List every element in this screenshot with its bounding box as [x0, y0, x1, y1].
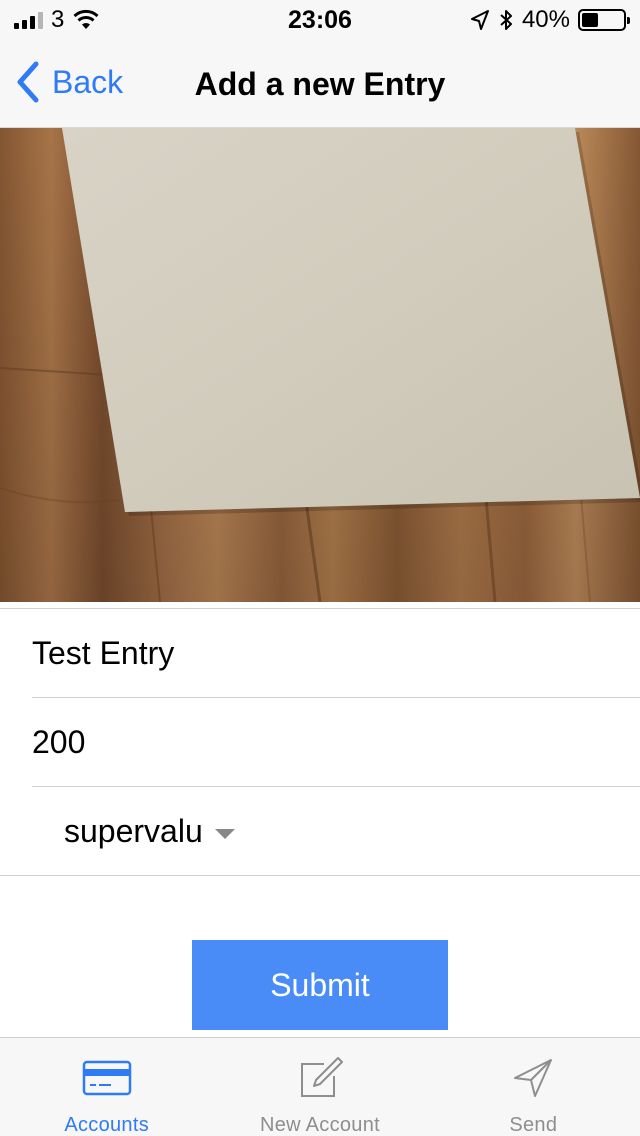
- battery-nub: [627, 17, 630, 24]
- amount-row: [32, 698, 640, 787]
- entry-form: supervalu: [0, 608, 640, 876]
- status-right: 40%: [470, 6, 630, 33]
- send-icon: [514, 1059, 553, 1097]
- entry-photo: [0, 128, 640, 602]
- credit-card-icon: [82, 1060, 131, 1096]
- tab-send[interactable]: Send: [427, 1038, 640, 1136]
- amount-field[interactable]: [32, 698, 632, 786]
- status-bar: 3 23:06 40%: [0, 0, 640, 40]
- bluetooth-icon: [500, 10, 512, 30]
- paper-on-wood-photo: [0, 128, 640, 602]
- tab-label: New Account: [259, 1114, 380, 1136]
- battery-percent: 40%: [521, 6, 570, 33]
- name-row: [32, 609, 640, 698]
- navigation-bar: Back Add a new Entry: [0, 40, 640, 128]
- battery-fill: [582, 13, 598, 27]
- caret-down-icon: [214, 828, 235, 839]
- submit-button[interactable]: Submit: [192, 940, 448, 1030]
- tab-label: Send: [509, 1114, 558, 1136]
- tab-new-account[interactable]: New Account: [213, 1038, 426, 1136]
- page-title: Add a new Entry: [194, 66, 446, 102]
- account-select[interactable]: supervalu: [0, 787, 640, 876]
- compose-icon: [300, 1057, 343, 1097]
- entry-name-field[interactable]: [32, 609, 632, 697]
- tab-accounts[interactable]: Accounts: [0, 1038, 213, 1136]
- location-icon: [470, 10, 489, 30]
- account-select-value: supervalu: [64, 813, 203, 849]
- tab-bar: Accounts New Account Send: [0, 1037, 640, 1136]
- tab-label: Accounts: [64, 1114, 149, 1136]
- battery-icon: [578, 9, 630, 31]
